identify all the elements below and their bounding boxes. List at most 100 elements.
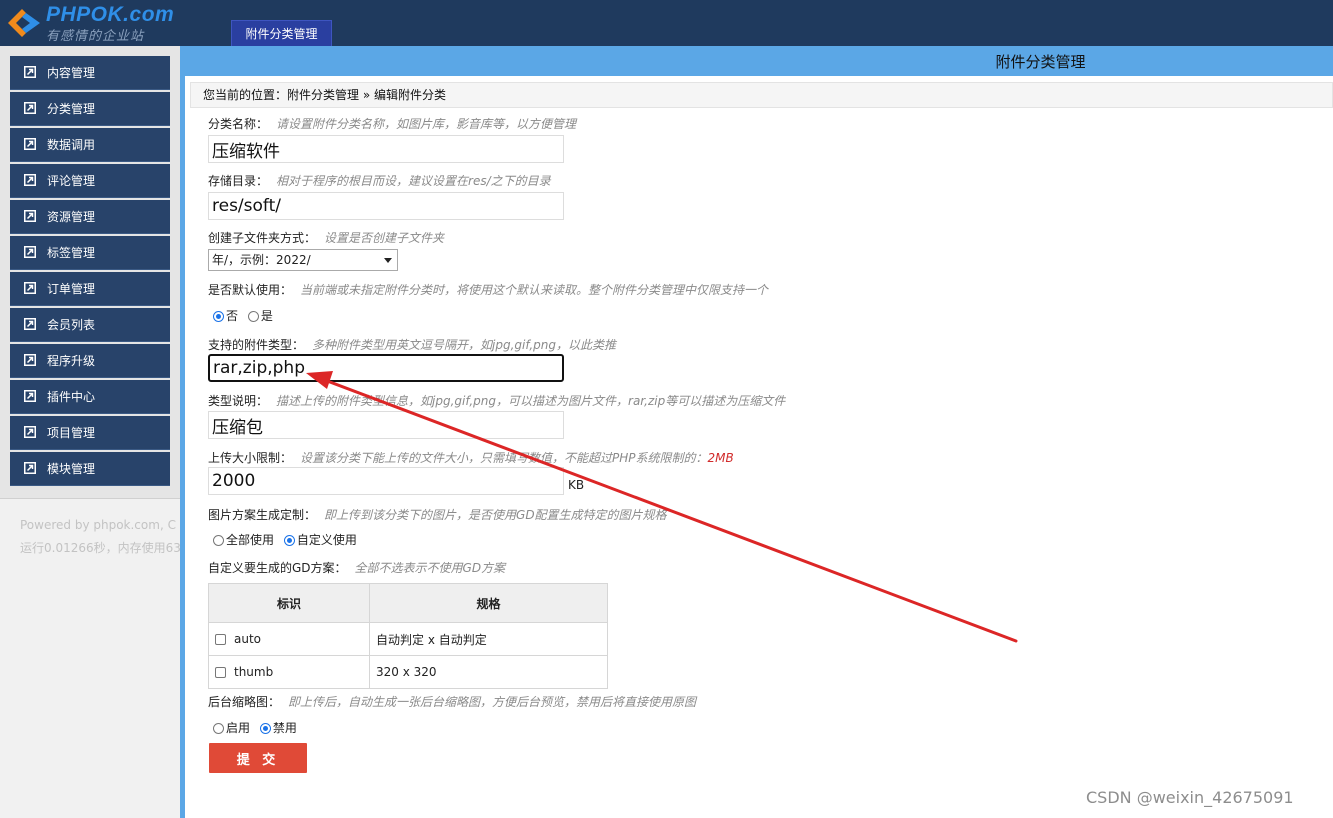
radio-enable[interactable] xyxy=(213,723,224,734)
external-link-icon xyxy=(24,138,36,150)
default-label-text: 是否默认使用： xyxy=(208,283,293,297)
sidebar-item[interactable]: 评论管理 xyxy=(10,164,170,198)
gd-col-spec: 规格 xyxy=(369,583,608,623)
gd-mode-option-custom[interactable]: 自定义使用 xyxy=(283,533,357,547)
gd-auto-checkbox[interactable] xyxy=(215,634,226,645)
sidebar-item[interactable]: 标签管理 xyxy=(10,236,170,270)
sidebar-item-label: 数据调用 xyxy=(47,138,96,152)
external-link-icon xyxy=(24,246,36,258)
radio-yes[interactable] xyxy=(247,311,259,322)
external-link-icon xyxy=(24,210,36,222)
sidebar-item-label: 标签管理 xyxy=(47,246,96,260)
size-label: 上传大小限制： 设置该分类下能上传的文件大小，只需填写数值，不能超过PHP系统限制… xyxy=(208,449,734,466)
sidebar-item[interactable]: 模块管理 xyxy=(10,452,170,486)
name-label: 分类名称： 请设置附件分类名称，如图片库，影音库等，以方便管理 xyxy=(208,115,576,132)
sidebar-item[interactable]: 程序升级 xyxy=(10,344,170,378)
name-label-text: 分类名称： xyxy=(208,117,269,131)
name-input[interactable] xyxy=(208,135,564,163)
type-desc-label: 类型说明： 描述上传的附件类型信息，如jpg,gif,png，可以描述为图片文件，… xyxy=(208,392,785,409)
radio-enable-label: 启用 xyxy=(226,721,251,735)
sidebar-item-label: 模块管理 xyxy=(47,462,96,476)
sidebar-item[interactable]: 分类管理 xyxy=(10,92,170,126)
gd-table-header: 标识 规格 xyxy=(208,583,608,623)
gd-custom-label: 自定义要生成的GD方案： 全部不选表示不使用GD方案 xyxy=(208,559,505,576)
gd-table: 标识 规格 auto 自动判定 x 自动判定 thumb 320 x 320 xyxy=(208,583,608,689)
folder-label-text: 存储目录： xyxy=(208,174,269,188)
size-note: 设置该分类下能上传的文件大小，只需填写数值，不能超过PHP系统限制的： xyxy=(300,451,708,465)
main-panel: 附件分类管理 您当前的位置：附件分类管理 » 编辑附件分类 分类名称： 请设置附件… xyxy=(180,46,1333,818)
footer-powered-by: Powered by phpok.com, C xyxy=(20,518,176,532)
gd-custom-note: 全部不选表示不使用GD方案 xyxy=(354,561,506,575)
default-option-yes[interactable]: 是 xyxy=(247,309,273,323)
sidebar-item[interactable]: 数据调用 xyxy=(10,128,170,162)
top-bar: PHPOK.com 有感情的企业站 附件分类管理 xyxy=(0,0,1333,46)
radio-yes-label: 是 xyxy=(260,309,273,323)
size-unit: KB xyxy=(568,478,585,492)
gd-mode-radio-group: 全部使用 自定义使用 xyxy=(213,531,363,548)
submit-button[interactable]: 提 交 xyxy=(209,743,307,773)
type-desc-label-text: 类型说明： xyxy=(208,394,269,408)
breadcrumb: 您当前的位置：附件分类管理 » 编辑附件分类 xyxy=(190,82,1333,108)
gd-thumb-checkbox[interactable] xyxy=(215,667,226,678)
sidebar-item[interactable]: 订单管理 xyxy=(10,272,170,306)
name-note: 请设置附件分类名称，如图片库，影音库等，以方便管理 xyxy=(276,117,577,131)
subfolder-select[interactable]: 年/，示例：2022/ xyxy=(208,249,398,271)
gd-mode-option-all[interactable]: 全部使用 xyxy=(213,533,274,547)
thumb-option-disable[interactable]: 禁用 xyxy=(259,721,297,735)
gd-row-id-cell: thumb xyxy=(208,655,370,689)
folder-input[interactable] xyxy=(208,192,564,220)
type-desc-input[interactable] xyxy=(208,411,564,439)
folder-label: 存储目录： 相对于程序的根目而设，建议设置在res/之下的目录 xyxy=(208,172,551,189)
subfolder-selected: 年/，示例：2022/ xyxy=(212,253,311,267)
gd-row-id-cell: auto xyxy=(208,622,370,656)
radio-disable-label: 禁用 xyxy=(272,721,297,735)
types-input[interactable] xyxy=(208,354,564,382)
default-option-no[interactable]: 否 xyxy=(213,309,238,323)
gd-col-id: 标识 xyxy=(208,583,370,623)
external-link-icon xyxy=(24,462,36,474)
external-link-icon xyxy=(24,354,36,366)
types-label: 支持的附件类型： 多种附件类型用英文逗号隔开，如jpg,gif,png，以此类推 xyxy=(208,336,616,353)
sidebar-item[interactable]: 插件中心 xyxy=(10,380,170,414)
main-header: 附件分类管理 xyxy=(185,46,1333,76)
sidebar-item[interactable]: 项目管理 xyxy=(10,416,170,450)
size-input[interactable] xyxy=(208,467,564,495)
sidebar-item[interactable]: 内容管理 xyxy=(10,56,170,90)
external-link-icon xyxy=(24,102,36,114)
sidebar-item-label: 订单管理 xyxy=(47,282,96,296)
tab-attachment-category[interactable]: 附件分类管理 xyxy=(231,20,332,46)
radio-all[interactable] xyxy=(213,535,224,546)
external-link-icon xyxy=(24,66,36,78)
sidebar-item[interactable]: 会员列表 xyxy=(10,308,170,342)
logo-slogan: 有感情的企业站 xyxy=(46,29,145,44)
gd-row-id: auto xyxy=(234,632,262,646)
footer-runtime: 运行0.01266秒，内存使用63 xyxy=(20,541,180,555)
radio-custom[interactable] xyxy=(283,535,295,546)
radio-disable[interactable] xyxy=(259,723,271,734)
gd-row-id: thumb xyxy=(234,665,274,679)
sidebar: 内容管理 分类管理数据调用评论管理 资源管理标签管理订单管理会员列表程序升级插件中心… xyxy=(0,46,180,818)
radio-all-label: 全部使用 xyxy=(226,533,275,547)
table-row: thumb 320 x 320 xyxy=(208,655,608,689)
page-title: 附件分类管理 xyxy=(995,53,1086,71)
radio-custom-label: 自定义使用 xyxy=(296,533,357,547)
gd-mode-label: 图片方案生成定制： 即上传到该分类下的图片，是否使用GD配置生成特定的图片规格 xyxy=(208,506,667,523)
logo-mark-icon xyxy=(8,9,40,37)
sidebar-item[interactable]: 资源管理 xyxy=(10,200,170,234)
subfolder-note: 设置是否创建子文件夹 xyxy=(324,231,445,245)
gd-mode-label-text: 图片方案生成定制： xyxy=(208,508,317,522)
type-desc-note: 描述上传的附件类型信息，如jpg,gif,png，可以描述为图片文件，rar,z… xyxy=(276,394,786,408)
watermark: CSDN @weixin_42675091 xyxy=(1086,788,1294,807)
external-link-icon xyxy=(24,318,36,330)
sidebar-item-label: 会员列表 xyxy=(47,318,96,332)
radio-no[interactable] xyxy=(213,311,224,322)
sidebar-item-label: 程序升级 xyxy=(47,354,96,368)
size-label-text: 上传大小限制： xyxy=(208,451,293,465)
external-link-icon xyxy=(24,390,36,402)
thumb-note: 即上传后，自动生成一张后台缩略图，方便后台预览，禁用后将直接使用原图 xyxy=(288,695,697,709)
logo[interactable]: PHPOK.com 有感情的企业站 xyxy=(0,0,185,46)
sidebar-menu: 内容管理 分类管理数据调用评论管理 资源管理标签管理订单管理会员列表程序升级插件中心… xyxy=(0,46,180,499)
gd-row-spec: 自动判定 x 自动判定 xyxy=(369,622,608,656)
thumb-option-enable[interactable]: 启用 xyxy=(213,721,250,735)
subfolder-label: 创建子文件夹方式： 设置是否创建子文件夹 xyxy=(208,229,444,246)
